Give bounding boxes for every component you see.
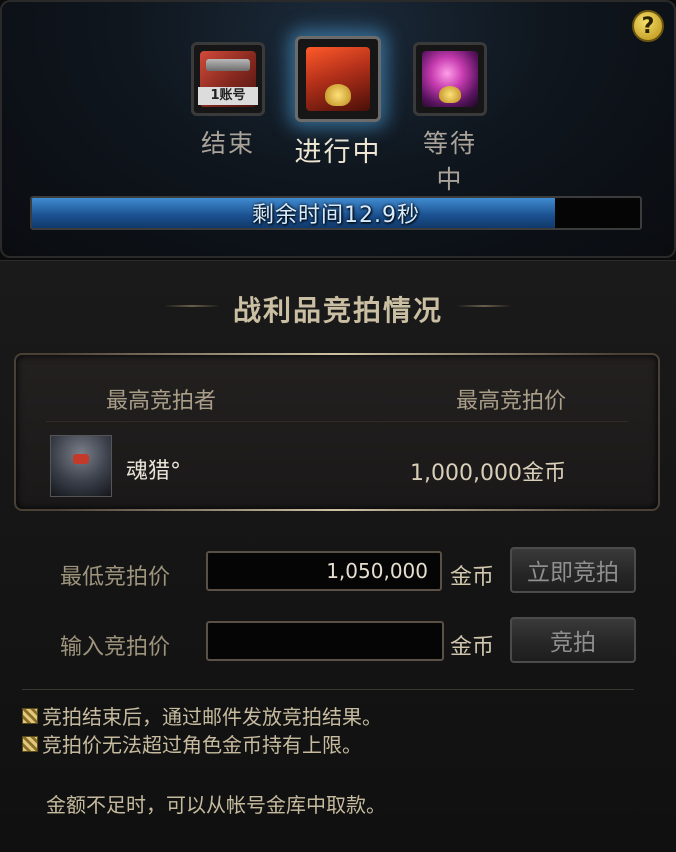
input-bid-label: 输入竞拍价 [60,635,171,660]
footer-note: 金额不足时，可以从帐号金库中取款。 [46,793,386,817]
notice-text: 竞拍结束后，通过邮件发放竞拍结果。 [42,705,382,729]
min-bid-label: 最低竞拍价 [60,565,171,590]
divider [22,689,634,690]
help-button[interactable]: ? [632,10,664,42]
stage-waiting: 等待中 [410,42,490,196]
notice-item: 竞拍价无法超过角色金币持有上限。 [22,729,362,758]
avatar [50,435,112,497]
bid-button[interactable]: 竞拍 [510,617,636,663]
ended-stamp: 1账号 [198,87,258,105]
highest-bid-box: 最高竞拍者 最高竞拍价 魂猎° 1,000,000金币 [14,353,660,511]
bid-amount-input[interactable] [206,621,444,661]
pink-crystal-chest-icon [413,42,487,116]
header-highest-bidder: 最高竞拍者 [106,389,217,414]
stage-label-ended: 结束 [200,129,255,158]
header-highest-price: 最高竞拍价 [455,389,566,414]
min-bid-value: 1,050,000 [206,551,442,591]
instant-bid-button[interactable]: 立即竞拍 [510,547,636,593]
red-treasure-chest-icon [295,36,381,122]
notice-item: 竞拍结束后，通过邮件发放竞拍结果。 [22,701,382,730]
stage-in-progress: 进行中 [292,36,384,169]
divider [46,421,628,422]
stage-ended: 1账号 结束 [188,42,268,160]
stage-label-in-progress: 进行中 [294,137,382,168]
countdown-text: 剩余时间12.9秒 [252,203,420,228]
highest-bid-price: 1,000,000金币 [410,461,566,486]
section-title: 战利品竞拍情况 [232,294,443,327]
input-bid-unit: 金币 [450,635,495,660]
stage-label-waiting: 等待中 [422,129,477,194]
notice-text: 竞拍价无法超过角色金币持有上限。 [42,733,362,757]
auction-bid-panel: 战利品竞拍情况 最高竞拍者 最高竞拍价 魂猎° 1,000,000金币 最低竞拍… [0,260,676,852]
auction-status-panel: ? 1账号 结束 进行中 等待中 剩余时间12.9秒 [0,0,676,258]
bidder-name: 魂猎° [126,459,182,484]
bullet-icon [22,707,38,724]
title-ornament-right [456,305,512,307]
countdown-bar: 剩余时间12.9秒 [30,196,642,230]
bullet-icon [22,735,38,752]
min-bid-unit: 金币 [450,565,495,590]
ended-chest-icon: 1账号 [191,42,265,116]
